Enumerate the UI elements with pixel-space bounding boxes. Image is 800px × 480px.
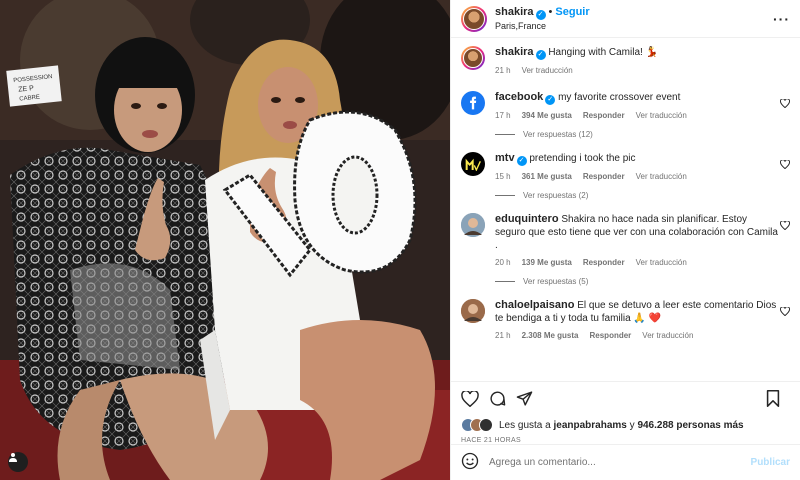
comment-time[interactable]: 21 h xyxy=(495,329,511,342)
post-timestamp[interactable]: HACE 21 HORAS xyxy=(461,437,790,444)
comment-time[interactable]: 15 h xyxy=(495,170,511,183)
likes-prefix: Les gusta a xyxy=(499,419,551,431)
separator-dot: • xyxy=(548,5,553,18)
comment-username[interactable]: chaloelpaisano xyxy=(495,299,574,311)
comment-time[interactable]: 17 h xyxy=(495,109,511,122)
caption-text: Hanging with Camila! 💃 xyxy=(548,47,659,58)
post-side-panel: shakira ✓ • Seguir Paris,France ··· shakira… xyxy=(450,0,800,480)
share-send-icon[interactable] xyxy=(516,390,533,410)
comment-likes[interactable]: 2.308 Me gusta xyxy=(522,329,579,342)
likes-summary[interactable]: Les gusta a jeanpabrahams y 946.288 pers… xyxy=(461,418,790,432)
comment-text: pretending i took the pic xyxy=(529,153,636,164)
comment-reply-button[interactable]: Responder xyxy=(583,109,625,122)
view-replies-button[interactable]: Ver respuestas (5) xyxy=(495,277,790,286)
comment-item: eduquintero Shakira no hace nada sin pla… xyxy=(461,213,790,286)
view-replies-button[interactable]: Ver respuestas (2) xyxy=(495,191,790,200)
comment-translate-link[interactable]: Ver traducción xyxy=(636,109,687,122)
comment-username[interactable]: facebook xyxy=(495,91,543,103)
post-header: shakira ✓ • Seguir Paris,France ··· xyxy=(451,0,800,38)
comment-time[interactable]: 20 h xyxy=(495,256,511,269)
comment-like-heart-icon[interactable] xyxy=(778,159,790,171)
comment-composer: Publicar xyxy=(451,444,800,480)
caption-avatar[interactable] xyxy=(461,46,485,70)
likes-user[interactable]: jeanpabrahams xyxy=(554,420,627,431)
publish-button[interactable]: Publicar xyxy=(751,457,790,468)
comment-likes[interactable]: 139 Me gusta xyxy=(522,256,572,269)
caption: shakira ✓ Hanging with Camila! 💃 21 h Ver… xyxy=(461,46,790,77)
comment-reply-button[interactable]: Responder xyxy=(590,329,632,342)
photo-illustration: POSSESSION ZE P CABRE xyxy=(0,0,450,480)
comment-avatar[interactable] xyxy=(461,152,485,176)
replies-line xyxy=(495,134,515,135)
comment-text: my favorite crossover event xyxy=(558,92,681,103)
comment-item: chaloelpaisano El que se detuvo a leer e… xyxy=(461,299,790,342)
caption-translate-link[interactable]: Ver traducción xyxy=(522,64,573,77)
emoji-smiley-icon[interactable] xyxy=(461,452,479,473)
comment-likes[interactable]: 361 Me gusta xyxy=(522,170,572,183)
verified-badge-icon: ✓ xyxy=(535,50,546,60)
post-actions: Les gusta a jeanpabrahams y 946.288 pers… xyxy=(451,381,800,444)
follow-button[interactable]: Seguir xyxy=(555,6,589,18)
view-replies-button[interactable]: Ver respuestas (12) xyxy=(495,130,790,139)
comment-reply-button[interactable]: Responder xyxy=(583,170,625,183)
comment-input[interactable] xyxy=(489,457,751,468)
post-location[interactable]: Paris,France xyxy=(495,20,590,32)
comment-translate-link[interactable]: Ver traducción xyxy=(642,329,693,342)
caption-time[interactable]: 21 h xyxy=(495,64,511,77)
like-heart-icon[interactable] xyxy=(461,389,479,410)
comment-translate-link[interactable]: Ver traducción xyxy=(636,170,687,183)
tagged-user-icon[interactable] xyxy=(8,452,28,472)
likes-count[interactable]: 946.288 personas más xyxy=(637,420,743,431)
mtv-logo-icon xyxy=(465,158,481,171)
comment-item: facebook ✓ my favorite crossover event 17… xyxy=(461,91,790,139)
comment-like-heart-icon[interactable] xyxy=(778,306,790,318)
comment-item: mtv ✓ pretending i took the pic 15 h 361 … xyxy=(461,152,790,200)
facebook-logo-icon xyxy=(470,96,477,110)
comment-avatar[interactable] xyxy=(461,299,485,323)
comment-username[interactable]: mtv xyxy=(495,152,515,164)
liker-avatar xyxy=(479,418,493,432)
comment-username[interactable]: eduquintero xyxy=(495,213,559,225)
replies-line xyxy=(495,195,515,196)
user-photo-avatar xyxy=(461,213,485,237)
save-bookmark-icon[interactable] xyxy=(766,390,780,410)
comment-bubble-icon[interactable] xyxy=(489,390,506,410)
more-options-icon[interactable]: ··· xyxy=(773,11,790,27)
author-username[interactable]: shakira xyxy=(495,6,534,18)
view-replies-label: Ver respuestas (5) xyxy=(523,277,589,286)
replies-line xyxy=(495,281,515,282)
verified-badge-icon: ✓ xyxy=(535,9,546,20)
comment-avatar[interactable] xyxy=(461,91,485,115)
post-photo[interactable]: POSSESSION ZE P CABRE xyxy=(0,0,450,480)
caption-username[interactable]: shakira xyxy=(495,46,534,58)
user-photo-avatar xyxy=(461,299,485,323)
comment-translate-link[interactable]: Ver traducción xyxy=(636,256,687,269)
comments-list[interactable]: shakira ✓ Hanging with Camila! 💃 21 h Ver… xyxy=(451,38,800,381)
likes-joiner: y xyxy=(629,419,635,431)
comment-like-heart-icon[interactable] xyxy=(778,98,790,110)
comment-like-heart-icon[interactable] xyxy=(778,220,790,232)
author-avatar[interactable] xyxy=(461,5,487,32)
view-replies-label: Ver respuestas (12) xyxy=(523,130,593,139)
comment-likes[interactable]: 394 Me gusta xyxy=(522,109,572,122)
verified-badge-icon: ✓ xyxy=(545,95,556,105)
view-replies-label: Ver respuestas (2) xyxy=(523,191,589,200)
comment-reply-button[interactable]: Responder xyxy=(583,256,625,269)
comment-avatar[interactable] xyxy=(461,213,485,237)
verified-badge-icon: ✓ xyxy=(516,156,527,166)
